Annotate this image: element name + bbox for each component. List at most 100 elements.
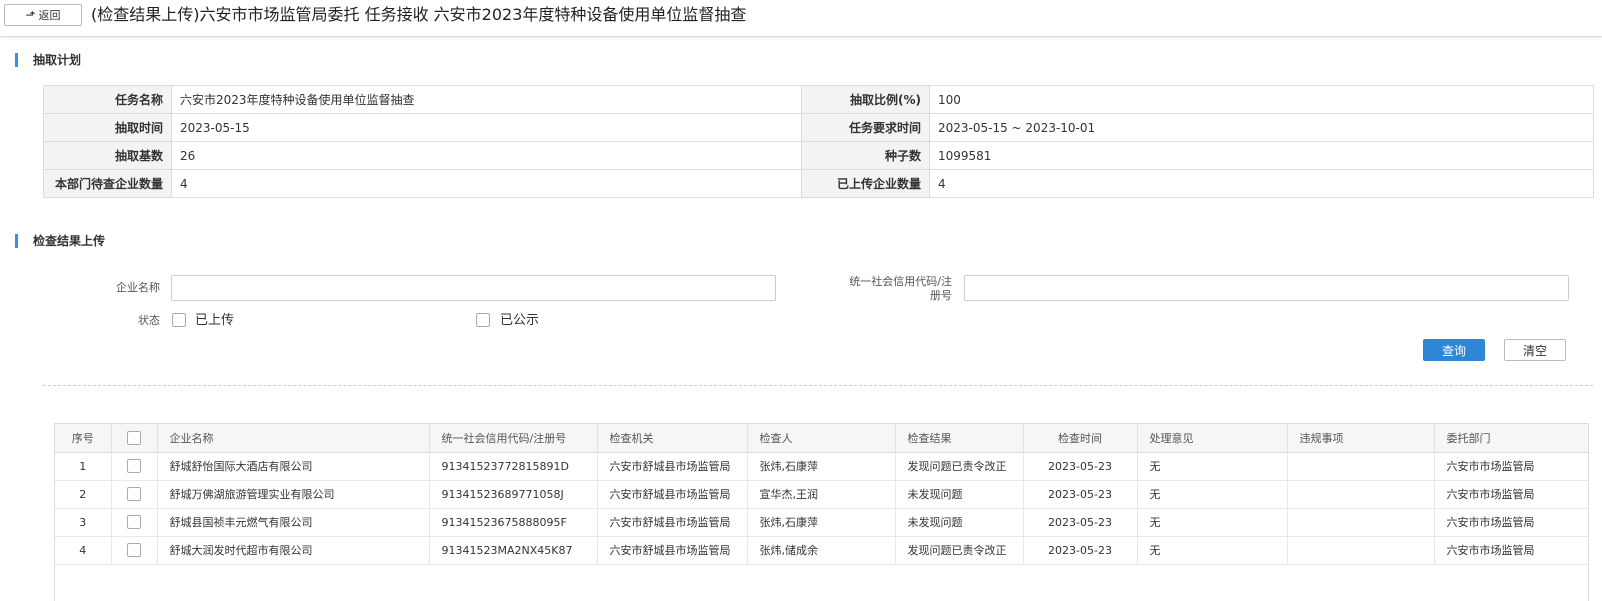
- col-credit-code-cell: 91341523675888095F: [429, 508, 598, 537]
- plan-field-value: 26: [171, 141, 802, 170]
- credit-code-input[interactable]: [964, 275, 1569, 301]
- clear-button[interactable]: 清空: [1504, 339, 1566, 361]
- col-credit-code-header: 统一社会信用代码/注册号: [429, 424, 598, 453]
- col-index-header: 序号: [55, 424, 112, 453]
- plan-field-value: 4: [929, 169, 1594, 198]
- plan-field-value: 100: [929, 85, 1594, 114]
- col-index-cell: 4: [55, 536, 112, 565]
- select-all-checkbox[interactable]: [127, 430, 141, 445]
- col-select-cell[interactable]: [111, 536, 158, 565]
- col-entrusting-dept-cell: 六安市市场监管局: [1434, 536, 1588, 565]
- table-row[interactable]: 4 舒城大润发时代超市有限公司 91341523MA2NX45K87 六安市舒城县市场…: [55, 536, 1588, 565]
- row-select-checkbox[interactable]: [127, 459, 141, 473]
- col-handling-opinion-header: 处理意见: [1137, 424, 1288, 453]
- col-inspection-agency-cell: 六安市舒城县市场监管局: [597, 508, 748, 537]
- col-company-name-header: 企业名称: [157, 424, 430, 453]
- plan-field-label: 本部门待查企业数量: [43, 169, 172, 198]
- col-inspector-cell: 张炜,石康萍: [747, 452, 896, 481]
- uploaded-checkbox-label: 已上传: [195, 313, 235, 328]
- return-arrow-icon: ⬏: [25, 8, 36, 22]
- col-inspection-agency-cell: 六安市舒城县市场监管局: [597, 452, 748, 481]
- col-select-cell[interactable]: [111, 480, 158, 509]
- plan-field-value: 2023-05-15 ~ 2023-10-01: [929, 113, 1594, 142]
- col-inspection-result-cell: 未发现问题: [895, 508, 1024, 537]
- col-inspection-result-cell: 未发现问题: [895, 480, 1024, 509]
- col-violation-cell: [1287, 508, 1435, 537]
- col-inspection-result-cell: 发现问题已责令改正: [895, 452, 1024, 481]
- section-title-plan: 抽取计划: [15, 53, 81, 67]
- plan-field-label: 抽取基数: [43, 141, 172, 170]
- results-grid: 序号 企业名称 统一社会信用代码/注册号 检查机关 检查人 检查结果 检查时间 处理意见 违规事…: [54, 423, 1589, 601]
- plan-info-row: 任务名称 六安市2023年度特种设备使用单位监督抽查 抽取比例(%) 100: [43, 85, 1594, 114]
- table-row[interactable]: 2 舒城万佛湖旅游管理实业有限公司 9134152368977105​8J 六安市舒城…: [55, 480, 1588, 509]
- col-inspection-agency-cell: 六安市舒城县市场监管局: [597, 536, 748, 565]
- row-select-checkbox[interactable]: [127, 487, 141, 501]
- plan-field-value: 4: [171, 169, 802, 198]
- plan-field-label: 种子数: [801, 141, 930, 170]
- col-inspector-header: 检查人: [747, 424, 896, 453]
- plan-info-table: 任务名称 六安市2023年度特种设备使用单位监督抽查 抽取比例(%) 100 抽取时间 2…: [43, 85, 1594, 198]
- col-inspection-time-cell: 2023-05-23: [1023, 508, 1138, 537]
- col-entrusting-dept-cell: 六安市市场监管局: [1434, 508, 1588, 537]
- col-handling-opinion-cell: 无: [1137, 508, 1288, 537]
- col-handling-opinion-cell: 无: [1137, 452, 1288, 481]
- status-label: 状态: [138, 314, 160, 327]
- page-title: (检查结果上传)六安市市场监管局委托 任务接收 六安市2023年度特种设备使用单…: [91, 5, 747, 24]
- uploaded-checkbox[interactable]: [172, 313, 186, 327]
- plan-field-value: 六安市2023年度特种设备使用单位监督抽查: [171, 85, 802, 114]
- plan-info-row: 抽取基数 26 种子数 1099581: [43, 141, 1594, 170]
- col-violation-cell: [1287, 536, 1435, 565]
- company-name-label: 企业名称: [116, 281, 160, 294]
- col-violation-cell: [1287, 480, 1435, 509]
- col-entrusting-dept-cell: 六安市市场监管局: [1434, 480, 1588, 509]
- row-select-checkbox[interactable]: [127, 515, 141, 529]
- col-company-name-cell: 舒城万佛湖旅游管理实业有限公司: [157, 480, 430, 509]
- col-credit-code-cell: 9134152368977105​8J: [429, 480, 598, 509]
- col-violation-cell: [1287, 452, 1435, 481]
- col-inspector-cell: 张炜,石康萍: [747, 508, 896, 537]
- section-title-upload: 检查结果上传: [15, 234, 105, 248]
- col-inspection-time-cell: 2023-05-23: [1023, 536, 1138, 565]
- col-company-name-cell: 舒城舒怡国际大酒店有限公司: [157, 452, 430, 481]
- company-name-input[interactable]: [171, 275, 776, 301]
- col-select-cell[interactable]: [111, 508, 158, 537]
- col-inspection-time-cell: 2023-05-23: [1023, 480, 1138, 509]
- plan-field-value: 1099581: [929, 141, 1594, 170]
- col-inspection-time-cell: 2023-05-23: [1023, 452, 1138, 481]
- published-checkbox-label: 已公示: [500, 313, 540, 328]
- plan-field-label: 任务要求时间: [801, 113, 930, 142]
- col-inspection-agency-cell: 六安市舒城县市场监管局: [597, 480, 748, 509]
- col-handling-opinion-cell: 无: [1137, 480, 1288, 509]
- row-select-checkbox[interactable]: [127, 543, 141, 557]
- table-row[interactable]: 3 舒城县国祯丰元燃气有限公司 91341523675888095F 六安市舒城县市场…: [55, 508, 1588, 537]
- col-index-cell: 3: [55, 508, 112, 537]
- plan-field-label: 抽取时间: [43, 113, 172, 142]
- back-button-label: 返回: [38, 9, 61, 22]
- col-company-name-cell: 舒城县国祯丰元燃气有限公司: [157, 508, 430, 537]
- col-company-name-cell: 舒城大润发时代超市有限公司: [157, 536, 430, 565]
- table-row[interactable]: 1 舒城舒怡国际大酒店有限公司 91341523772815891D 六安市舒城县市场…: [55, 452, 1588, 481]
- col-inspection-result-header: 检查结果: [895, 424, 1024, 453]
- col-entrusting-dept-cell: 六安市市场监管局: [1434, 452, 1588, 481]
- col-inspection-agency-header: 检查机关: [597, 424, 748, 453]
- col-credit-code-cell: 91341523772815891D: [429, 452, 598, 481]
- col-select-header[interactable]: [111, 424, 158, 453]
- plan-info-row: 抽取时间 2023-05-15 任务要求时间 2023-05-15 ~ 2023-10…: [43, 113, 1594, 142]
- col-inspector-cell: 张炜,储成余: [747, 536, 896, 565]
- published-checkbox[interactable]: [476, 313, 490, 327]
- col-violation-header: 违规事项: [1287, 424, 1435, 453]
- plan-field-value: 2023-05-15: [171, 113, 802, 142]
- col-credit-code-cell: 91341523MA2NX45K87: [429, 536, 598, 565]
- col-inspection-time-header: 检查时间: [1023, 424, 1138, 453]
- plan-field-label: 抽取比例(%): [801, 85, 930, 114]
- plan-info-row: 本部门待查企业数量 4 已上传企业数量 4: [43, 169, 1594, 198]
- col-index-cell: 1: [55, 452, 112, 481]
- col-select-cell[interactable]: [111, 452, 158, 481]
- query-button[interactable]: 查询: [1423, 339, 1485, 361]
- top-bar: ⬏ 返回 (检查结果上传)六安市市场监管局委托 任务接收 六安市2023年度特种…: [0, 0, 1602, 37]
- back-button[interactable]: ⬏ 返回: [4, 4, 82, 26]
- col-inspection-result-cell: 发现问题已责令改正: [895, 536, 1024, 565]
- credit-code-label: 统一社会信用代码/注册号: [849, 275, 952, 302]
- plan-field-label: 任务名称: [43, 85, 172, 114]
- col-handling-opinion-cell: 无: [1137, 536, 1288, 565]
